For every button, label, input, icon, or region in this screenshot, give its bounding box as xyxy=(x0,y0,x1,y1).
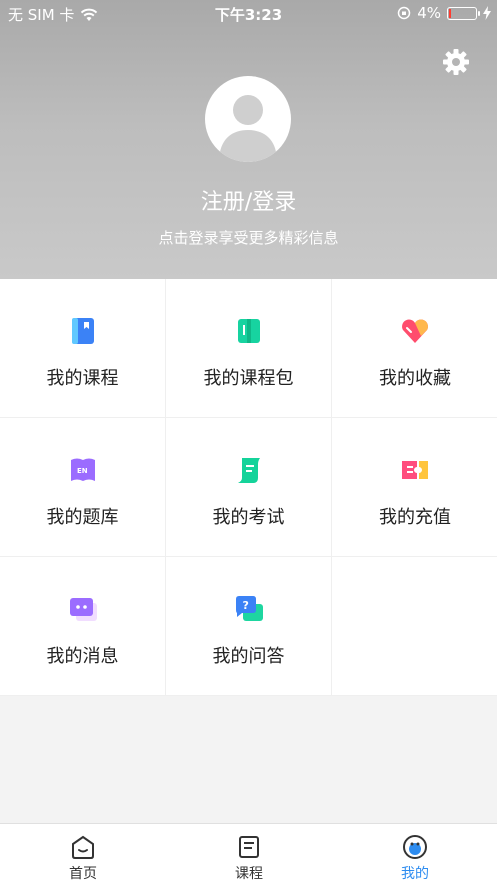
grid-item-my-messages[interactable]: 我的消息 xyxy=(0,557,166,696)
grid-item-label: 我的消息 xyxy=(46,646,119,667)
grid-item-label: 我的收藏 xyxy=(379,368,451,389)
default-avatar-icon xyxy=(219,95,277,162)
bottom-tab-bar: 首页 课程 我的 xyxy=(0,823,497,883)
grid-item-my-course-packs[interactable]: 我的课程包 xyxy=(166,279,332,418)
grid-item-label: 我的课程 xyxy=(46,368,119,389)
status-bar: 无 SIM 卡 下午3:23 4% xyxy=(0,0,497,26)
tab-home[interactable]: 首页 xyxy=(0,824,166,883)
ticket-icon xyxy=(402,461,428,479)
exam-scroll-icon xyxy=(237,458,260,483)
grid-item-my-favorites[interactable]: 我的收藏 xyxy=(332,279,497,418)
charging-bolt-icon xyxy=(483,6,491,20)
tab-label: 课程 xyxy=(235,866,263,882)
profile-face-icon xyxy=(403,835,427,859)
feature-grid: 我的课程 我的课程包 我的收藏 EN 我的题库 我的考试 我的充值 我的消息 ?… xyxy=(0,279,497,696)
avatar[interactable] xyxy=(205,76,291,162)
profile-header: 无 SIM 卡 下午3:23 4% 注册/登录 点击登录享受更多精彩信息 xyxy=(0,0,497,279)
heart-icon xyxy=(402,319,428,343)
grid-item-label: 我的课程包 xyxy=(203,368,294,389)
grid-item-my-qa[interactable]: ? 我的问答 xyxy=(166,557,332,696)
grid-empty-cell xyxy=(332,557,497,696)
qa-icon: ? xyxy=(235,596,263,621)
grid-item-my-question-bank[interactable]: EN 我的题库 xyxy=(0,418,166,557)
tab-mine[interactable]: 我的 xyxy=(332,824,497,883)
gear-icon[interactable] xyxy=(442,48,470,76)
question-bank-icon: EN xyxy=(70,458,95,481)
svg-text:?: ? xyxy=(242,599,248,612)
tab-label: 我的 xyxy=(401,866,429,882)
message-icon xyxy=(69,598,97,621)
grid-item-my-exams[interactable]: 我的考试 xyxy=(166,418,332,557)
grid-item-my-courses[interactable]: 我的课程 xyxy=(0,279,166,418)
book-icon xyxy=(71,318,94,344)
grid-item-label: 我的题库 xyxy=(46,507,119,528)
grid-item-my-recharge[interactable]: 我的充值 xyxy=(332,418,497,557)
grid-item-label: 我的问答 xyxy=(212,646,285,667)
grid-item-label: 我的考试 xyxy=(212,507,285,528)
orientation-lock-icon xyxy=(397,6,411,20)
login-subtitle: 点击登录享受更多精彩信息 xyxy=(158,229,339,247)
home-icon xyxy=(72,835,94,859)
login-register-link[interactable]: 注册/登录 xyxy=(0,184,497,216)
course-list-icon xyxy=(239,836,259,858)
grid-item-label: 我的充值 xyxy=(379,507,451,528)
course-pack-icon xyxy=(237,319,260,343)
svg-text:EN: EN xyxy=(77,467,88,475)
tab-courses[interactable]: 课程 xyxy=(166,824,332,883)
battery-icon xyxy=(447,6,480,20)
tab-label: 首页 xyxy=(69,866,97,882)
battery-percent: 4% xyxy=(417,4,441,22)
